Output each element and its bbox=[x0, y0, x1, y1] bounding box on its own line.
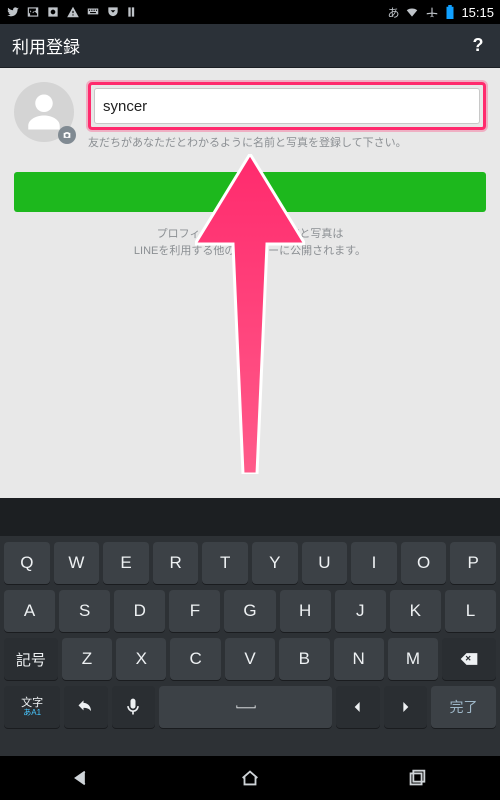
key-h[interactable]: H bbox=[280, 590, 331, 632]
cursor-left-key[interactable] bbox=[336, 686, 379, 728]
ime-indicator: あ bbox=[387, 4, 399, 21]
key-u[interactable]: U bbox=[302, 542, 348, 584]
overflow-icon bbox=[126, 5, 140, 19]
cursor-right-key[interactable] bbox=[384, 686, 427, 728]
key-v[interactable]: V bbox=[225, 638, 275, 680]
recents-nav-button[interactable] bbox=[392, 763, 442, 793]
camera-icon bbox=[58, 126, 76, 144]
key-i[interactable]: I bbox=[351, 542, 397, 584]
warning-icon bbox=[66, 5, 80, 19]
pocket-icon bbox=[106, 5, 120, 19]
key-s[interactable]: S bbox=[59, 590, 110, 632]
soft-keyboard: QWERTYUIOP ASDFGHJKL 記号 ZXCVBNM 文字 あA1 bbox=[0, 498, 500, 756]
page-title: 利用登録 bbox=[12, 33, 468, 58]
register-button[interactable]: 登録 bbox=[14, 172, 486, 212]
name-hint: 友だちがあなただとわかるように名前と写真を登録して下さい。 bbox=[88, 136, 486, 150]
annotation-highlight bbox=[88, 82, 486, 130]
android-statusbar: あ 15:15 bbox=[0, 0, 500, 24]
disclosure-note: プロフィールに登録した名前と写真は LINEを利用する他のユーザーに公開されます… bbox=[14, 226, 486, 259]
key-x[interactable]: X bbox=[116, 638, 166, 680]
instagram-icon bbox=[46, 5, 60, 19]
battery-icon bbox=[445, 5, 455, 19]
name-input[interactable] bbox=[94, 88, 480, 124]
content-area: 友だちがあなただとわかるように名前と写真を登録して下さい。 登録 プロフィールに… bbox=[0, 68, 500, 498]
clock-text: 15:15 bbox=[461, 5, 494, 20]
avatar-uploader[interactable] bbox=[14, 82, 78, 146]
key-j[interactable]: J bbox=[335, 590, 386, 632]
home-nav-button[interactable] bbox=[225, 763, 275, 793]
mic-key[interactable] bbox=[112, 686, 155, 728]
help-button[interactable]: ? bbox=[468, 36, 488, 56]
key-f[interactable]: F bbox=[169, 590, 220, 632]
suggestion-bar bbox=[0, 498, 500, 536]
image-icon bbox=[26, 5, 40, 19]
key-n[interactable]: N bbox=[334, 638, 384, 680]
key-c[interactable]: C bbox=[170, 638, 220, 680]
key-p[interactable]: P bbox=[450, 542, 496, 584]
wifi-icon bbox=[405, 5, 419, 19]
key-t[interactable]: T bbox=[202, 542, 248, 584]
mode-switch-key[interactable]: 文字 あA1 bbox=[4, 686, 60, 728]
key-o[interactable]: O bbox=[401, 542, 447, 584]
key-d[interactable]: D bbox=[114, 590, 165, 632]
key-k[interactable]: K bbox=[390, 590, 441, 632]
key-b[interactable]: B bbox=[279, 638, 329, 680]
android-navbar bbox=[0, 756, 500, 800]
key-e[interactable]: E bbox=[103, 542, 149, 584]
done-key[interactable]: 完了 bbox=[431, 686, 496, 728]
twitter-icon bbox=[6, 5, 20, 19]
key-z[interactable]: Z bbox=[62, 638, 112, 680]
key-y[interactable]: Y bbox=[252, 542, 298, 584]
key-q[interactable]: Q bbox=[4, 542, 50, 584]
back-nav-button[interactable] bbox=[58, 763, 108, 793]
note-line2: LINEを利用する他のユーザーに公開されます。 bbox=[134, 245, 366, 257]
airplane-icon bbox=[425, 5, 439, 19]
undo-key[interactable] bbox=[64, 686, 107, 728]
key-m[interactable]: M bbox=[388, 638, 438, 680]
note-line1: プロフィールに登録した名前と写真は bbox=[157, 228, 344, 240]
key-r[interactable]: R bbox=[153, 542, 199, 584]
app-header: 利用登録 ? bbox=[0, 24, 500, 68]
key-w[interactable]: W bbox=[54, 542, 100, 584]
key-a[interactable]: A bbox=[4, 590, 55, 632]
key-l[interactable]: L bbox=[445, 590, 496, 632]
backspace-key[interactable] bbox=[442, 638, 496, 680]
keyboard-small-icon bbox=[86, 5, 100, 19]
key-g[interactable]: G bbox=[224, 590, 275, 632]
symbol-key[interactable]: 記号 bbox=[4, 638, 58, 680]
space-key[interactable] bbox=[159, 686, 332, 728]
